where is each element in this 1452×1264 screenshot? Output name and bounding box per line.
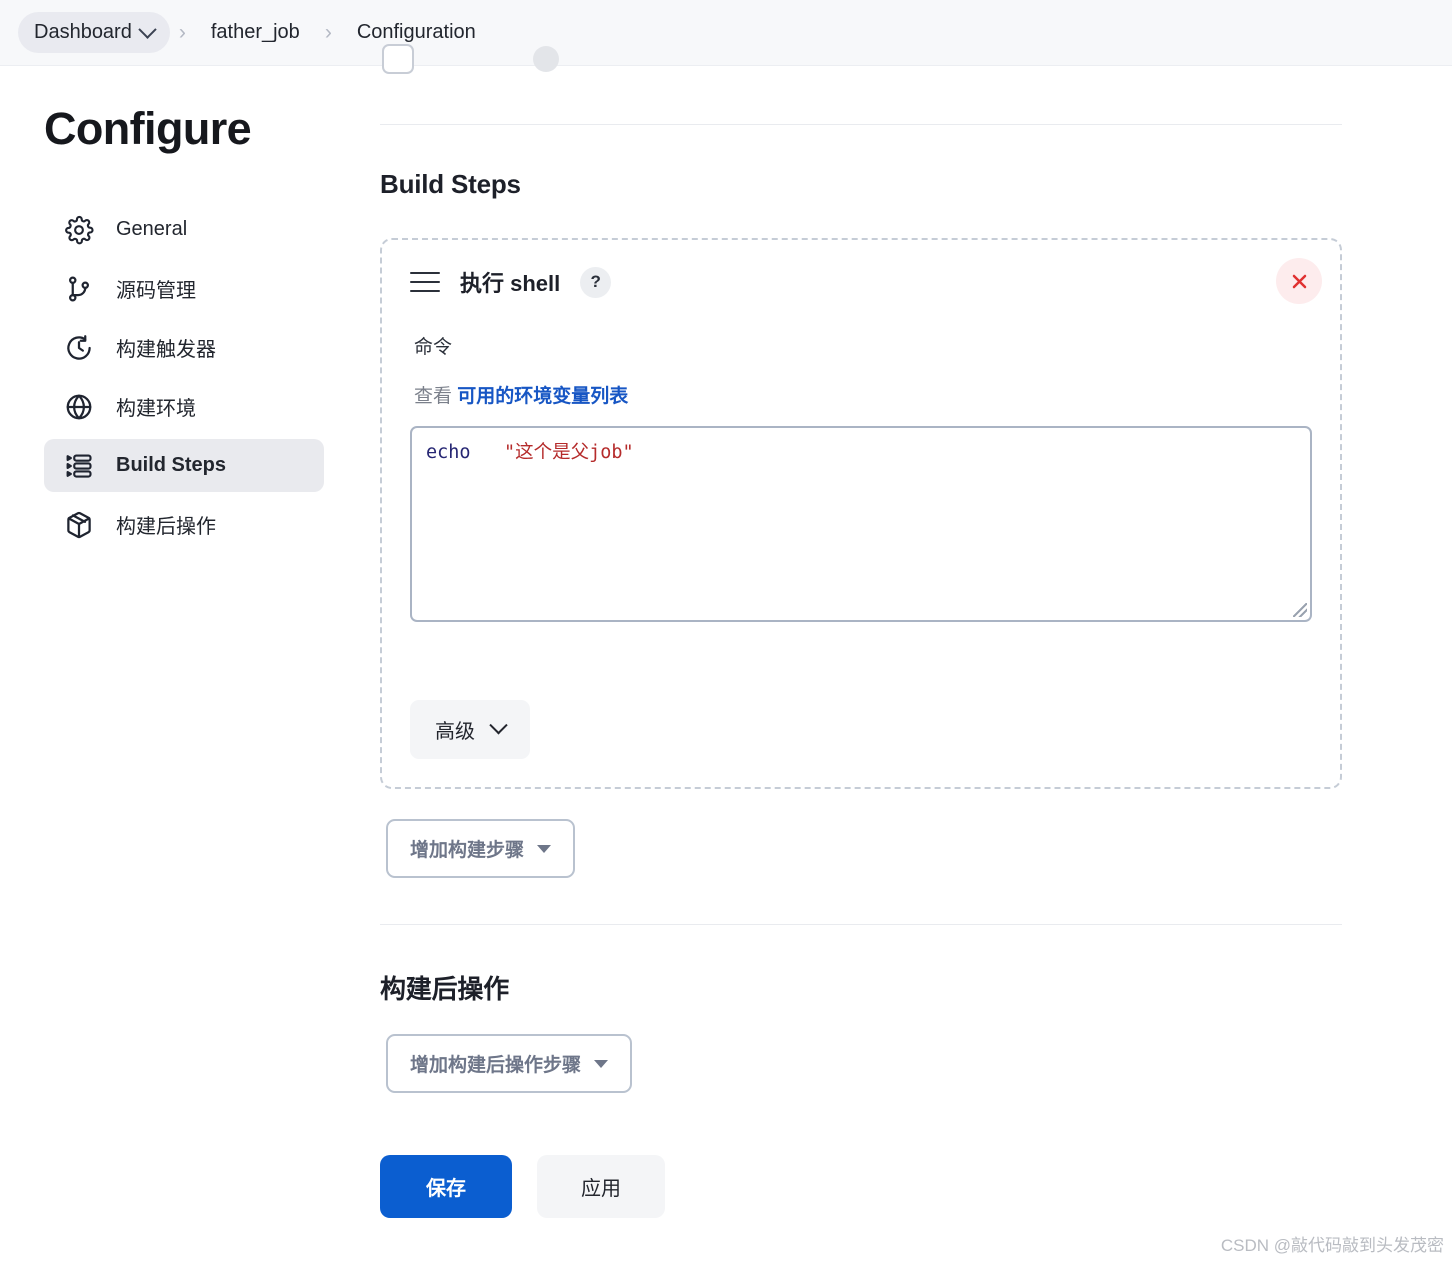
sidebar-item-label: 构建后操作 xyxy=(116,516,216,538)
watermark: CSDN @敲代码敲到头发茂密 xyxy=(1220,1236,1444,1255)
page-title: Configure xyxy=(44,103,252,154)
chevron-down-icon xyxy=(489,716,508,735)
clock-icon xyxy=(64,333,94,363)
branch-icon xyxy=(64,274,94,304)
globe-icon xyxy=(64,392,94,422)
build-step-card: 执行 shell ? 命令 查看 可用的环境变量列表 echo "这个是父job… xyxy=(380,238,1342,789)
breadcrumb-item-configuration[interactable]: Configuration xyxy=(341,12,492,53)
sidebar-item-general[interactable]: General xyxy=(44,203,324,256)
sidebar-item-label: 构建触发器 xyxy=(116,339,216,361)
code-keyword: echo xyxy=(426,442,471,463)
build-step-header: 执行 shell ? xyxy=(410,266,1312,298)
drag-handle-icon[interactable] xyxy=(410,272,440,292)
env-var-help-line: 查看 可用的环境变量列表 xyxy=(414,381,1312,408)
breadcrumb-separator: › xyxy=(178,20,186,44)
build-steps-heading: Build Steps xyxy=(380,169,521,199)
breadcrumb: Dashboard › father_job › Configuration xyxy=(0,0,1452,66)
breadcrumb-item-father-job[interactable]: father_job xyxy=(195,12,316,53)
sidebar-item-label: General xyxy=(116,218,188,240)
add-build-step-button[interactable]: 增加构建步骤 xyxy=(386,819,576,878)
sidebar-nav: General 源码管理 构建触发器 构建环境 Build Steps 构建后操… xyxy=(44,203,368,551)
breadcrumb-label: Configuration xyxy=(356,21,476,43)
scrolled-section-remnant xyxy=(368,44,1342,124)
main-content: Build Steps 执行 shell ? 命令 查看 可用的环境变量列表 e… xyxy=(368,44,1452,1218)
env-var-prefix: 查看 xyxy=(414,386,453,407)
command-input[interactable]: echo "这个是父job" xyxy=(410,426,1312,622)
sidebar-item-scm[interactable]: 源码管理 xyxy=(44,262,324,315)
section-divider xyxy=(380,924,1342,925)
caret-down-icon xyxy=(594,1059,609,1068)
sidebar-item-post-build-actions[interactable]: 构建后操作 xyxy=(44,498,324,551)
sidebar-item-label: 源码管理 xyxy=(116,280,196,302)
sidebar-item-build-triggers[interactable]: 构建触发器 xyxy=(44,321,324,374)
apply-button[interactable]: 应用 xyxy=(537,1155,665,1218)
add-post-build-step-button[interactable]: 增加构建后操作步骤 xyxy=(386,1034,633,1093)
advanced-toggle-button[interactable]: 高级 xyxy=(410,700,530,759)
build-step-title: 执行 shell xyxy=(460,271,561,296)
partially-visible-button[interactable] xyxy=(382,44,414,74)
sidebar-item-build-environment[interactable]: 构建环境 xyxy=(44,380,324,433)
env-var-list-link[interactable]: 可用的环境变量列表 xyxy=(457,386,628,407)
breadcrumb-label: Dashboard xyxy=(34,21,132,43)
close-icon[interactable] xyxy=(1276,258,1322,304)
gear-icon xyxy=(64,215,94,245)
save-button[interactable]: 保存 xyxy=(380,1155,512,1218)
advanced-label: 高级 xyxy=(435,721,475,743)
list-steps-icon xyxy=(64,451,94,481)
caret-down-icon xyxy=(537,844,552,853)
section-divider xyxy=(380,124,1342,125)
add-post-build-step-label: 增加构建后操作步骤 xyxy=(410,1055,582,1076)
sidebar-item-label: 构建环境 xyxy=(116,398,196,420)
footer-actions: 保存 应用 xyxy=(380,1155,1342,1218)
resize-handle[interactable] xyxy=(1293,603,1307,617)
add-build-step-label: 增加构建步骤 xyxy=(410,840,525,861)
chevron-down-icon[interactable] xyxy=(138,20,157,39)
partially-visible-badge xyxy=(533,46,559,72)
command-label: 命令 xyxy=(414,337,453,358)
breadcrumb-separator: › xyxy=(324,20,332,44)
sidebar: Configure General 源码管理 构建触发器 构建环境 Build … xyxy=(0,66,368,1218)
breadcrumb-item-dashboard[interactable]: Dashboard xyxy=(18,12,170,53)
post-build-heading: 构建后操作 xyxy=(380,974,510,1004)
sidebar-item-label: Build Steps xyxy=(116,454,227,476)
sidebar-item-build-steps[interactable]: Build Steps xyxy=(44,439,324,492)
help-icon[interactable]: ? xyxy=(580,266,612,298)
breadcrumb-label: father_job xyxy=(210,21,300,43)
package-icon xyxy=(64,510,94,540)
code-string: "这个是父job" xyxy=(503,442,634,463)
